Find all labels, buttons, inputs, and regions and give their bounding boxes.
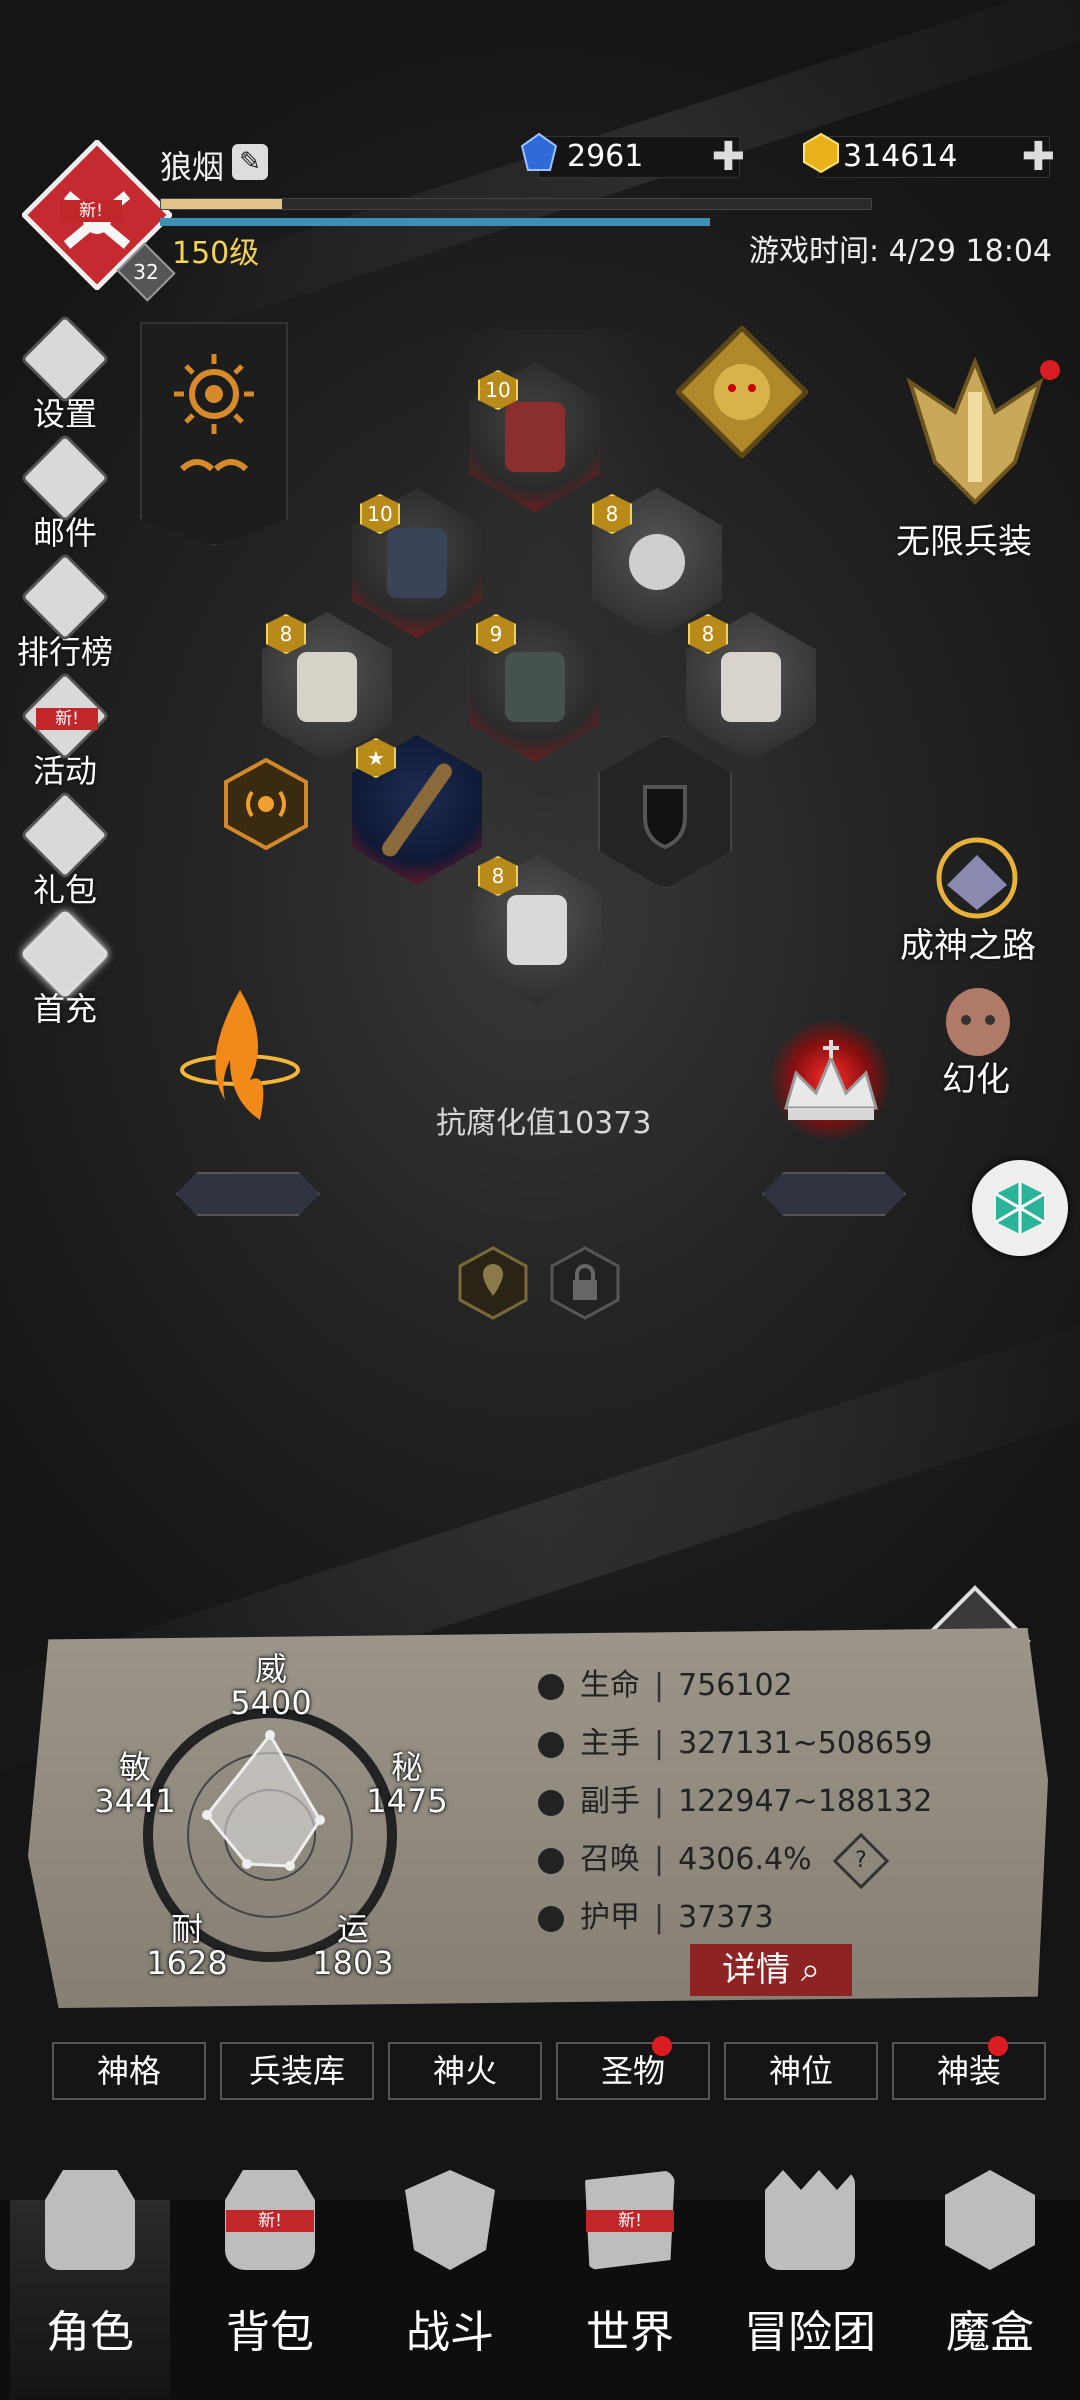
nav-battle[interactable]: 战斗 [360, 2170, 540, 2360]
menu-event[interactable]: 新! 活动 [10, 671, 120, 792]
menu-settings[interactable]: 设置 [10, 314, 120, 435]
location-pin-icon[interactable] [458, 1246, 528, 1320]
magnifier-icon: ⌕ [800, 1950, 820, 1990]
radar-mi: 秘 1475 [366, 1748, 448, 1820]
offhand-icon [538, 1789, 564, 1816]
menu-ranking[interactable]: 排行榜 [10, 552, 120, 673]
right-pedestal [762, 1172, 906, 1216]
infinite-gear-label[interactable]: 无限兵装 [896, 514, 1032, 563]
gold-counter[interactable]: 314614 ✚ [818, 136, 1055, 178]
avatar-new-tag: 新! [60, 200, 122, 222]
gold-amount: 314614 [843, 139, 958, 174]
edit-name-icon[interactable]: ✎ [232, 144, 268, 180]
heart-icon [538, 1673, 564, 1700]
menu-mail[interactable]: 邮件 [10, 433, 120, 554]
staff-icon [378, 760, 456, 860]
stat-mainhand: 主手 | 327131~508659 [538, 1718, 932, 1762]
lion-emblem-icon[interactable] [676, 326, 808, 458]
radar-min: 敏 3441 [94, 1748, 176, 1820]
tab-divine-fire[interactable]: 神火 [388, 2042, 542, 2100]
corrosion-resistance: 抗腐化值10373 [436, 1106, 652, 1141]
divine-path-label[interactable]: 成神之路 [900, 918, 1036, 967]
nav-world[interactable]: 新! 世界 [540, 2170, 720, 2360]
radar-yun: 运 1803 [312, 1910, 394, 1982]
nav-adventure-team[interactable]: 冒险团 [720, 2170, 900, 2360]
stat-armor: 护甲 | 37373 [538, 1892, 774, 1936]
player-level: 150级 [172, 236, 260, 271]
divine-path-icon[interactable] [922, 830, 1032, 920]
armor-icon [538, 1905, 564, 1932]
guild-banner[interactable] [140, 322, 288, 546]
player-name: 狼烟 [160, 148, 225, 186]
helmet-icon [45, 2170, 135, 2270]
transform-label[interactable]: 幻化 [942, 1052, 1010, 1101]
cube-icon [995, 1182, 1045, 1234]
xp-bar [160, 198, 872, 210]
nav-magic-box[interactable]: 魔盒 [900, 2170, 1080, 2360]
chest-armor-icon [505, 652, 565, 722]
game-time: 游戏时间: 4/29 18:04 [748, 234, 1052, 269]
shield-sword-icon [405, 2170, 495, 2270]
gem-counter[interactable]: 2961 ✚ [538, 136, 745, 178]
flame-relic-icon[interactable] [170, 980, 310, 1140]
tab-divinity[interactable]: 神格 [52, 2042, 206, 2100]
world-new-tag: 新! [586, 2210, 674, 2232]
transform-mask-icon[interactable] [938, 980, 1018, 1060]
stat-offhand: 副手 | 122947~188132 [538, 1776, 932, 1820]
stat-summon: 召唤 | 4306.4% ? [538, 1832, 890, 1889]
tab-relic[interactable]: 圣物 [556, 2042, 710, 2100]
lock-icon[interactable] [550, 1246, 620, 1320]
blue-gem-icon [520, 132, 558, 171]
add-gold-icon[interactable]: ✚ [1021, 137, 1055, 177]
summon-icon [538, 1847, 564, 1874]
event-new-tag: 新! [36, 708, 98, 730]
details-button[interactable]: 详情 ⌕ [690, 1944, 852, 1996]
menu-first-recharge[interactable]: 首充 [10, 909, 120, 1030]
boots-icon [507, 895, 567, 965]
gem-amount: 2961 [567, 139, 644, 174]
castle-icon [765, 2170, 855, 2270]
backpack-new-tag: 新! [226, 2210, 314, 2232]
cube-box-icon [945, 2170, 1035, 2270]
infinite-gear-notify-dot [1040, 360, 1060, 380]
nav-character[interactable]: 角色 [0, 2170, 180, 2360]
belt-icon [297, 652, 357, 722]
ring-icon [629, 534, 685, 590]
crown-icon [505, 402, 565, 472]
energy-bar [160, 218, 710, 226]
tab-divine-rank[interactable]: 神位 [724, 2042, 878, 2100]
add-gem-icon[interactable]: ✚ [711, 137, 745, 177]
crown-relic-icon[interactable] [776, 1038, 886, 1138]
cloak-icon [721, 652, 781, 722]
tab-armory[interactable]: 兵装库 [220, 2042, 374, 2100]
relic-notify-dot [652, 2036, 672, 2056]
sword-icon [538, 1731, 564, 1758]
radar-wei: 威 5400 [230, 1650, 312, 1722]
gold-gem-icon [803, 132, 839, 174]
eye-emblem-icon [174, 354, 254, 472]
infinite-gear-icon[interactable] [900, 352, 1050, 512]
stat-hp: 生命 | 756102 [538, 1660, 793, 1704]
skill-signal-icon[interactable] [224, 758, 308, 850]
tab-divine-gear[interactable]: 神装 [892, 2042, 1046, 2100]
help-icon[interactable]: ? [832, 1832, 890, 1889]
radar-nai: 耐 1628 [146, 1910, 228, 1982]
left-pedestal [176, 1172, 320, 1216]
nav-backpack[interactable]: 新! 背包 [180, 2170, 360, 2360]
menu-gift[interactable]: 礼包 [10, 790, 120, 911]
divine-gear-notify-dot [988, 2036, 1008, 2056]
gauntlet-icon [387, 528, 447, 598]
floating-assistant-button[interactable] [972, 1160, 1068, 1256]
